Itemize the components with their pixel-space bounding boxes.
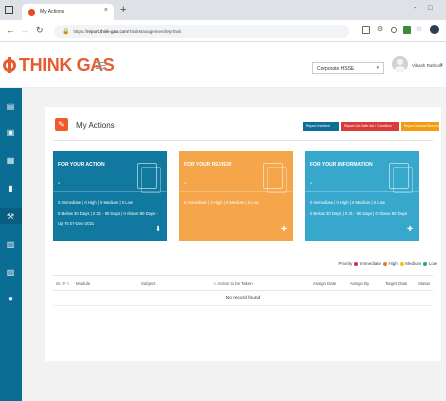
actions-table-header: Sr. # ⇅ Module Subject ⇅ Action to be Ta… (53, 275, 433, 291)
immediate-dot-icon (354, 261, 359, 266)
edit-icon: ✎ (55, 118, 68, 131)
minimize-button[interactable]: - (414, 5, 416, 12)
address-bar[interactable]: 🔒 https://report.think-gas.com/TaskManag… (54, 25, 349, 38)
report-issues-button[interactable]: Report Issues/Observations (401, 122, 439, 131)
user-avatar[interactable] (392, 56, 408, 72)
card-priority-counts: 0 Immediate | 0 High | 0 Medium | 0 Low (310, 200, 385, 205)
card-for-your-action[interactable]: FOR YOUR ACTION - 0 Immediate | 0 High |… (53, 151, 167, 241)
card-dash: - (184, 181, 186, 187)
location-select[interactable]: Corporate HSSE ▾ (312, 62, 384, 74)
card-heading: FOR YOUR INFORMATION (310, 162, 373, 168)
plus-icon[interactable]: ✚ (281, 225, 287, 233)
column-header-target-date[interactable]: Target Date (385, 281, 407, 286)
browser-toolbar: ← → ↻ 🔒 https://report.think-gas.com/Tas… (0, 20, 446, 42)
main-content: ✎ My Actions Report Incident Report Un-S… (22, 88, 446, 401)
column-header-assign-by[interactable]: Assign By (350, 281, 369, 286)
report-incident-button[interactable]: Report Incident (303, 122, 339, 131)
card-age-counts: 0 Below 30 Days | 0 31 - 90 Days | 0 Abo… (58, 211, 158, 216)
empty-table-message: No record found (53, 291, 433, 306)
column-header-sr[interactable]: Sr. # ⇅ (56, 281, 69, 286)
card-priority-counts: 0 Immediate | 0 High | 0 Medium | 0 Low (58, 200, 133, 205)
priority-medium: Medium (405, 261, 422, 266)
document-icon (137, 163, 157, 189)
column-header-status[interactable]: Status (418, 281, 430, 286)
chevron-down-icon: ▾ (376, 65, 379, 71)
title-divider (53, 140, 433, 141)
column-header-subject[interactable]: Subject (141, 281, 155, 286)
priority-low: Low (428, 261, 437, 266)
url-text: https://report.think-gas.com/TaskManagem… (73, 29, 182, 34)
medium-dot-icon (399, 261, 404, 266)
sidebar-settings-icon[interactable]: ● (6, 294, 15, 303)
logo-flame-icon (3, 57, 16, 73)
sidebar-dashboard-icon[interactable]: ▤ (6, 102, 15, 111)
browser-tab-strip: My Actions × + - □ (0, 0, 446, 20)
forward-arrow-icon[interactable]: → (20, 25, 29, 35)
low-dot-icon (423, 261, 428, 266)
document-icon (389, 163, 409, 189)
card-for-your-review[interactable]: FOR YOUR REVIEW - 0 Immediate | 0 High |… (179, 151, 293, 241)
card-divider (179, 191, 293, 192)
profile-avatar-icon[interactable] (430, 25, 439, 34)
extension-circle-icon[interactable] (391, 27, 397, 33)
priority-high: High (388, 261, 398, 266)
card-heading: FOR YOUR ACTION (58, 162, 105, 168)
sidebar-documents-icon[interactable]: ▦ (6, 156, 15, 165)
document-icon (263, 163, 283, 189)
user-menu-chevron-icon[interactable]: ▾ (440, 62, 443, 68)
location-select-value: Corporate HSSE (317, 66, 355, 72)
back-arrow-icon[interactable]: ← (6, 25, 15, 35)
priority-immediate: Immediate (359, 261, 381, 266)
column-header-module[interactable]: Module (76, 281, 90, 286)
my-actions-panel: ✎ My Actions Report Incident Report Un-S… (45, 107, 441, 361)
high-dot-icon (382, 261, 387, 266)
sidebar-analytics-icon[interactable]: ▧ (6, 268, 15, 277)
sidebar: ▤ ▣ ▦ ▮ ⚒ ▥ ▧ ● (0, 88, 22, 401)
page-title: My Actions (76, 121, 115, 130)
window-tile-icon[interactable] (5, 6, 13, 14)
sidebar-tools-icon[interactable]: ⚒ (6, 212, 15, 221)
translate-icon[interactable]: ⚙ (377, 26, 385, 34)
app-header: THINK GAS Corporate HSSE ▾ Vikash Rathor… (0, 42, 446, 88)
tab-close-icon[interactable]: × (104, 7, 108, 14)
lock-icon: 🔒 (62, 29, 70, 35)
arrow-down-icon[interactable]: ⬇ (155, 225, 161, 233)
extension-green-icon[interactable] (403, 26, 411, 34)
card-dash: - (58, 181, 60, 187)
tab-title: My Actions (40, 9, 65, 15)
card-date-range: Up To 07-Dec-2021 (58, 221, 95, 226)
reload-icon[interactable]: ↻ (36, 25, 44, 36)
card-dash: - (310, 181, 312, 187)
report-unsafe-act-button[interactable]: Report Un-Safe Act / Condition (341, 122, 399, 131)
card-heading: FOR YOUR REVIEW (184, 162, 232, 168)
priority-legend: Priority Immediate High Medium Low (338, 261, 437, 266)
hamburger-menu-icon[interactable] (96, 62, 106, 69)
card-for-your-information[interactable]: FOR YOUR INFORMATION - 0 Immediate | 0 H… (305, 151, 419, 241)
sidebar-chart-icon[interactable]: ▥ (6, 240, 15, 249)
card-priority-counts: 0 Immediate | 0 High | 0 Medium | 0 Low (184, 200, 259, 205)
plus-icon[interactable]: ✚ (407, 225, 413, 233)
sidebar-reports-icon[interactable]: ▣ (6, 128, 15, 137)
user-name[interactable]: Vikash Rathore (412, 63, 443, 68)
new-tab-button[interactable]: + (120, 3, 126, 17)
column-header-action[interactable]: ⇅ Action to be Taken (213, 281, 253, 286)
column-header-assign-date[interactable]: Assign Date (313, 281, 336, 286)
card-age-counts: 0 Below 30 Days | 0 31 - 90 Days | 0 Abo… (310, 211, 408, 216)
card-divider (305, 191, 419, 192)
extension-icon[interactable] (362, 26, 370, 34)
maximize-button[interactable]: □ (428, 5, 432, 12)
sidebar-building-icon[interactable]: ▮ (6, 184, 15, 193)
browser-tab-my-actions[interactable]: My Actions × (22, 4, 114, 20)
card-divider (53, 191, 167, 192)
favicon-icon (28, 8, 35, 16)
priority-label: Priority (338, 261, 353, 266)
bookmark-icon[interactable]: ☆ (416, 26, 424, 34)
